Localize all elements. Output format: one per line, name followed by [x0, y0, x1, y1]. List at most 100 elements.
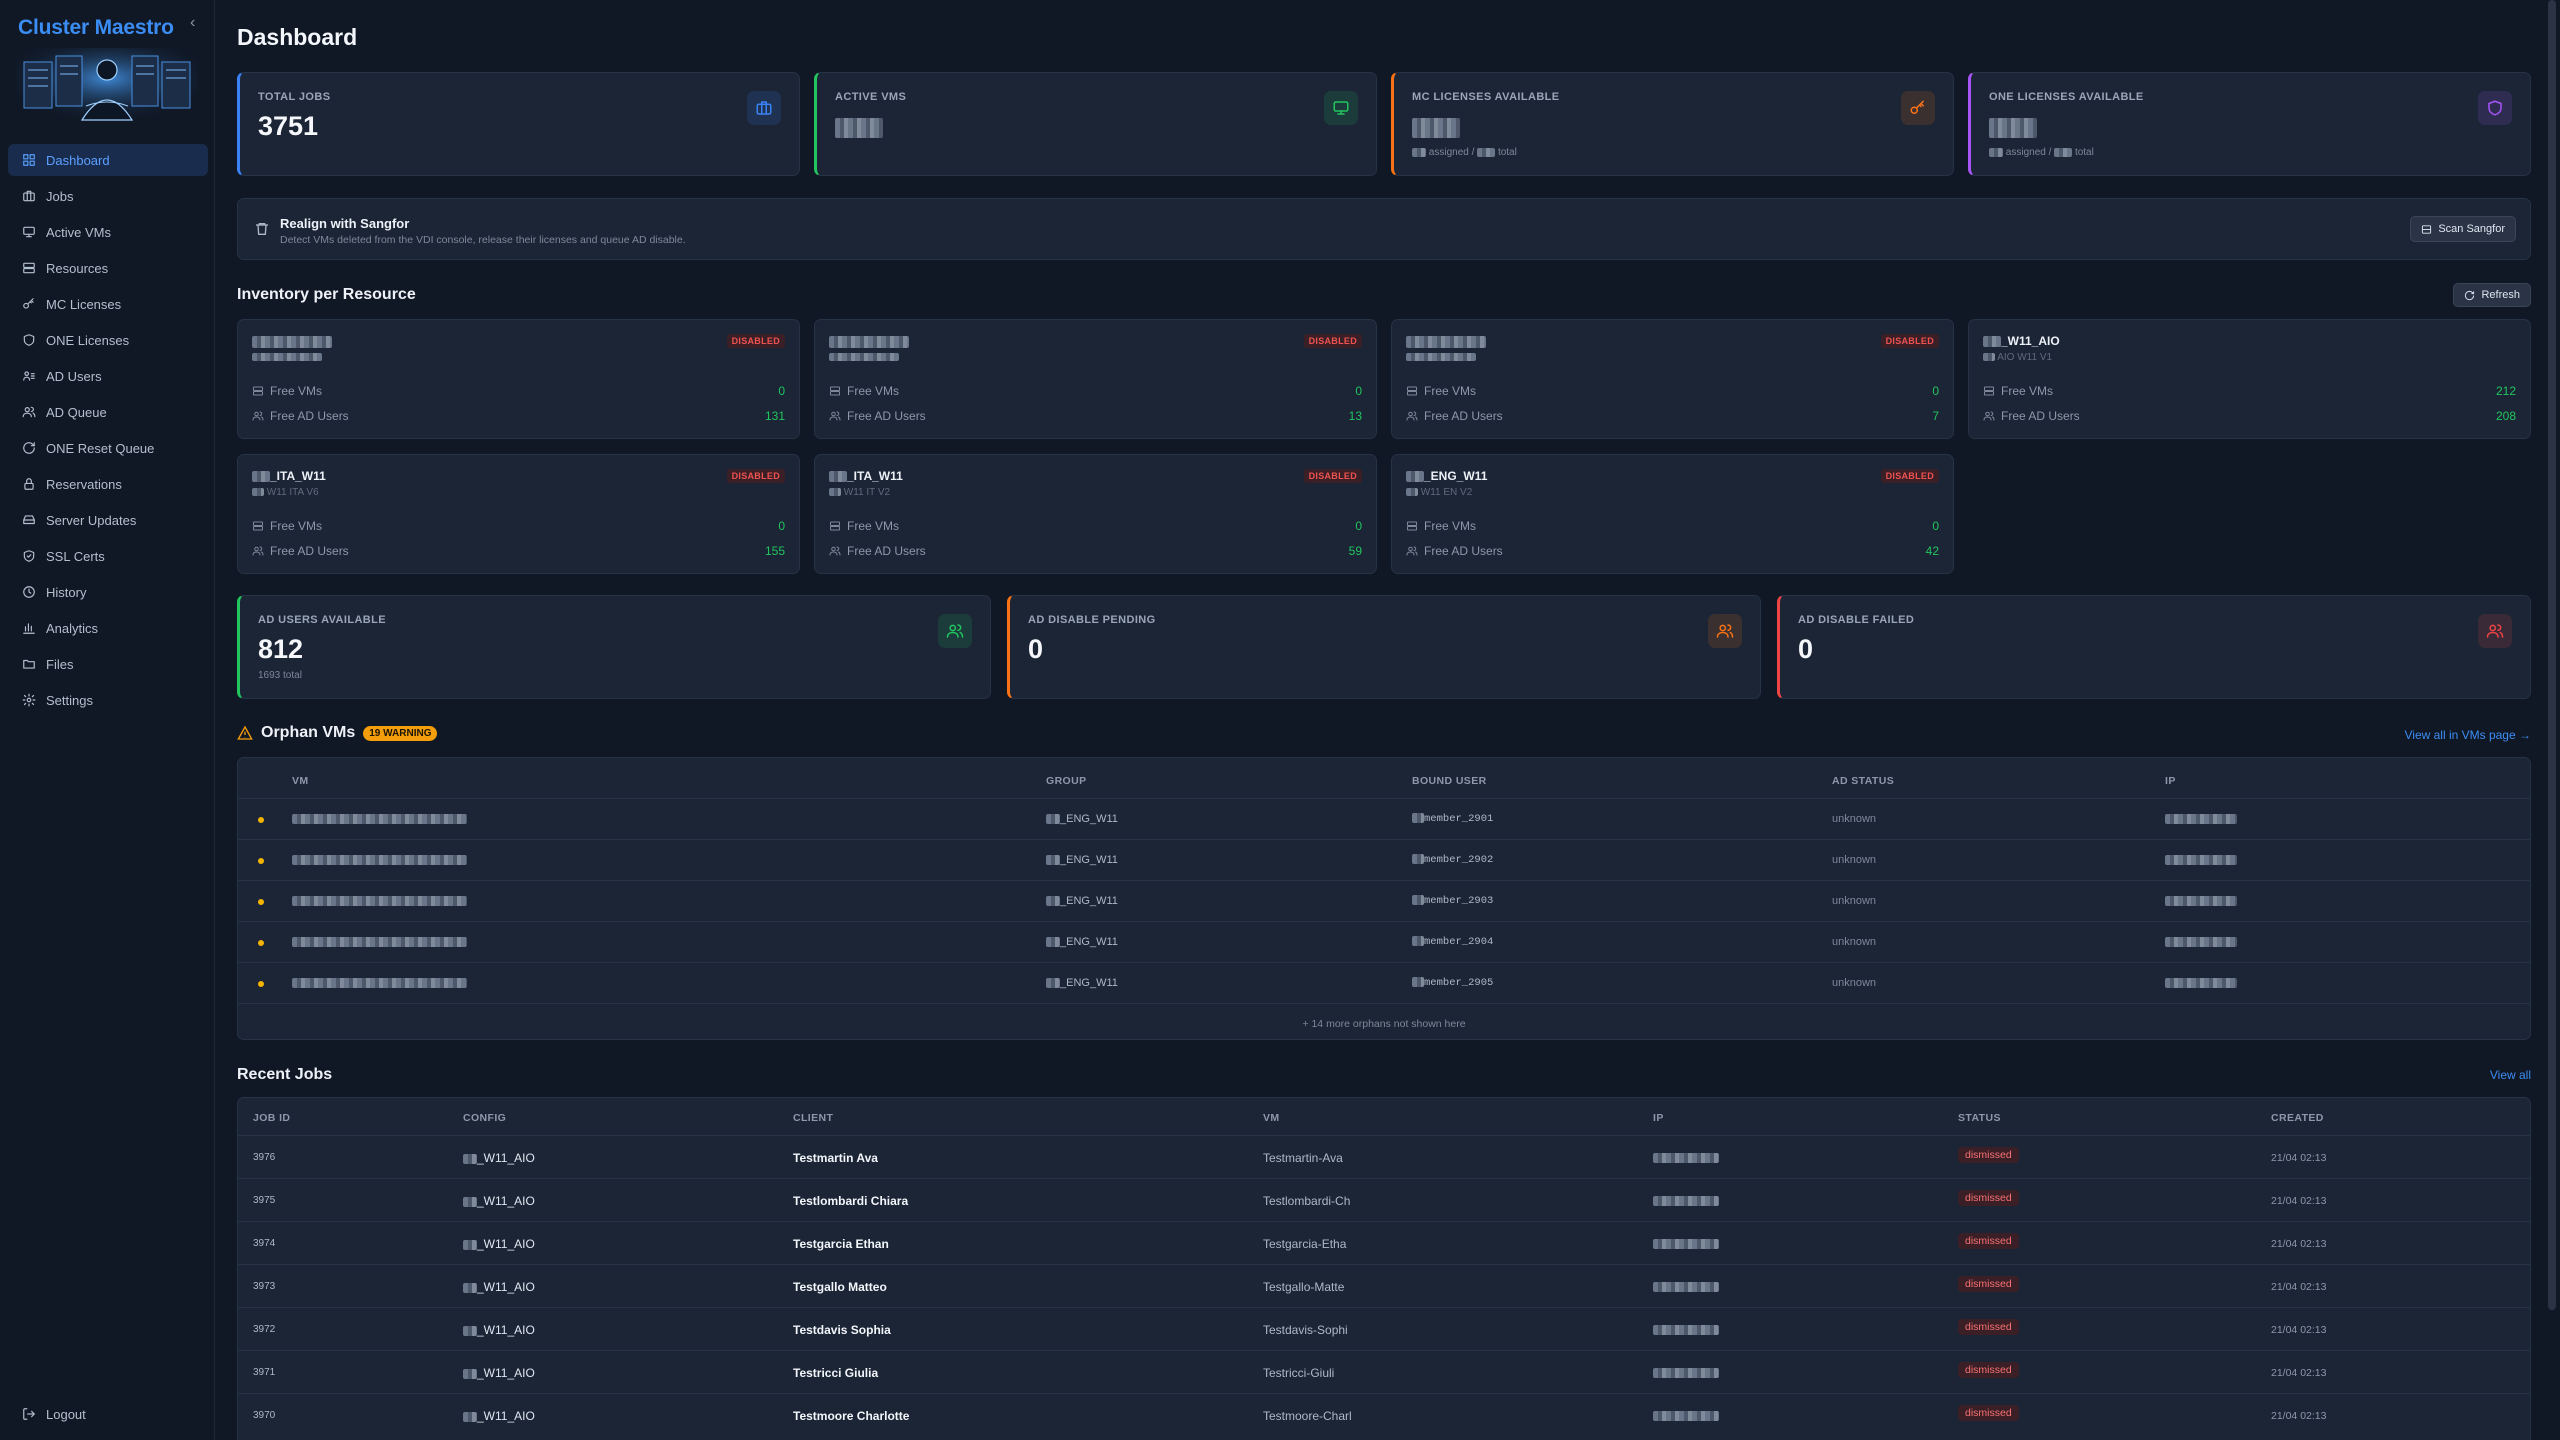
sidebar-item-settings[interactable]: Settings: [8, 684, 208, 716]
free-ad-users-row: Free AD Users 42: [1406, 542, 1939, 560]
resource-card[interactable]: _ITA_W11 W11 ITA V6 DISABLED Free VMs 0 …: [237, 454, 800, 574]
table-row[interactable]: 3971 _W11_AIO Testricci Giulia Testricci…: [238, 1350, 2530, 1393]
table-row[interactable]: _ENG_W11 member_2901 unknown: [238, 798, 2530, 839]
table-row[interactable]: _ENG_W11 member_2904 unknown: [238, 921, 2530, 962]
sidebar-item-label: Dashboard: [46, 152, 110, 168]
sidebar-item-resources[interactable]: Resources: [8, 252, 208, 284]
sidebar-item-history[interactable]: History: [8, 576, 208, 608]
sidebar-item-ssl-certs[interactable]: SSL Certs: [8, 540, 208, 572]
table-row[interactable]: _ENG_W11 member_2905 unknown: [238, 962, 2530, 1003]
server-icon: [1983, 385, 1995, 397]
logout-label: Logout: [46, 1406, 86, 1422]
config-cell: _W11_AIO: [463, 1366, 535, 1380]
warning-count-badge: 19 WARNING: [363, 725, 438, 741]
table-row[interactable]: 3973 _W11_AIO Testgallo Matteo Testgallo…: [238, 1264, 2530, 1307]
logout-button[interactable]: Logout: [8, 1398, 208, 1430]
created-cell: 21/04 02:13: [2271, 1324, 2327, 1336]
stat-card-mc-licenses-available[interactable]: MC LICENSES AVAILABLE assigned / total: [1391, 72, 1954, 176]
resource-card[interactable]: DISABLED Free VMs 0 Free AD Users 7: [1391, 319, 1954, 439]
stat-card-total-jobs[interactable]: TOTAL JOBS 3751: [237, 72, 800, 176]
free-ad-users-value: 155: [764, 544, 785, 558]
free-vms-row: Free VMs 0: [829, 517, 1362, 535]
users-icon: [829, 545, 841, 557]
sidebar-item-mc-licenses[interactable]: MC Licenses: [8, 288, 208, 320]
free-ad-users-value: 131: [764, 409, 785, 423]
table-row[interactable]: 3972 _W11_AIO Testdavis Sophia Testdavis…: [238, 1307, 2530, 1350]
scan-sangfor-button[interactable]: Scan Sangfor: [2410, 216, 2516, 242]
resource-card[interactable]: DISABLED Free VMs 0 Free AD Users 13: [814, 319, 1377, 439]
ad-status-cell: unknown: [1832, 854, 1877, 866]
shield-icon: [2478, 91, 2512, 125]
stat-value-wrap: [835, 111, 883, 142]
stat-value: 812: [258, 634, 304, 664]
sidebar-item-active-vms[interactable]: Active VMs: [8, 216, 208, 248]
redacted-value: [292, 814, 467, 825]
sidebar-item-files[interactable]: Files: [8, 648, 208, 680]
sidebar-item-ad-queue[interactable]: AD Queue: [8, 396, 208, 428]
table-row[interactable]: 3970 _W11_AIO Testmoore Charlotte Testmo…: [238, 1393, 2530, 1436]
created-cell: 21/04 02:13: [2271, 1152, 2327, 1164]
resource-subtitle: [829, 352, 899, 363]
redacted-value: [292, 937, 467, 948]
config-cell: _W11_AIO: [463, 1280, 535, 1294]
ip-cell: [2165, 977, 2237, 989]
redacted-value: [2165, 855, 2237, 866]
stat-card-ad-users-available[interactable]: AD USERS AVAILABLE 812 1693 total: [237, 595, 991, 699]
server-icon: [252, 385, 264, 397]
redacted-value: [2165, 937, 2237, 948]
sidebar-item-jobs[interactable]: Jobs: [8, 180, 208, 212]
view-all-jobs-link[interactable]: View all: [2490, 1068, 2531, 1082]
refresh-button[interactable]: Refresh: [2453, 283, 2531, 307]
bound-user-cell: member_2904: [1412, 936, 1493, 948]
briefcase-icon: [22, 189, 36, 203]
resource-card[interactable]: DISABLED Free VMs 0 Free AD Users 131: [237, 319, 800, 439]
resource-card[interactable]: _W11_AIO AIO W11 V1 Free VMs 212 Free AD…: [1968, 319, 2531, 439]
stat-value-wrap: [1989, 111, 2037, 142]
page-scrollbar[interactable]: [2548, 0, 2556, 1310]
view-all-vms-link[interactable]: View all in VMs page →: [2404, 728, 2531, 742]
group-cell: _ENG_W11: [1046, 895, 1118, 907]
sidebar-item-ad-users[interactable]: AD Users: [8, 360, 208, 392]
table-row[interactable]: _ENG_W11 member_2903 unknown: [238, 880, 2530, 921]
job-id-cell: 3971: [253, 1367, 276, 1378]
hard-drive-icon: [22, 513, 36, 527]
table-row[interactable]: 3974 _W11_AIO Testgarcia Ethan Testgarci…: [238, 1221, 2530, 1264]
folder-icon: [22, 657, 36, 671]
sidebar-item-dashboard[interactable]: Dashboard: [8, 144, 208, 176]
logout-icon: [22, 1407, 36, 1421]
sidebar-item-one-licenses[interactable]: ONE Licenses: [8, 324, 208, 356]
vm-cell: Testmoore-Charl: [1263, 1409, 1352, 1423]
redacted-value: [835, 117, 883, 138]
sidebar-item-analytics[interactable]: Analytics: [8, 612, 208, 644]
collapse-sidebar-icon[interactable]: ‹: [190, 14, 195, 32]
table-row[interactable]: 3975 _W11_AIO Testlombardi Chiara Testlo…: [238, 1178, 2530, 1221]
vm-cell: [292, 813, 467, 825]
sidebar-item-one-reset-queue[interactable]: ONE Reset Queue: [8, 432, 208, 464]
stat-card-ad-disable-pending[interactable]: AD DISABLE PENDING 0: [1007, 595, 1761, 699]
table-row[interactable]: _ENG_W11 member_2902 unknown: [238, 839, 2530, 880]
stat-card-ad-disable-failed[interactable]: AD DISABLE FAILED 0: [1777, 595, 2531, 699]
users-icon: [252, 545, 264, 557]
table-row[interactable]: 3976 _W11_AIO Testmartin Ava Testmartin-…: [238, 1135, 2530, 1178]
status-cell: dismissed: [1958, 1233, 2019, 1249]
sidebar-item-server-updates[interactable]: Server Updates: [8, 504, 208, 536]
status-badge: dismissed: [1958, 1190, 2019, 1206]
users-icon: [1406, 545, 1418, 557]
resource-card[interactable]: _ITA_W11 W11 IT V2 DISABLED Free VMs 0 F…: [814, 454, 1377, 574]
disabled-badge: DISABLED: [726, 334, 785, 348]
redacted-value: [252, 335, 332, 348]
config-cell: _W11_AIO: [463, 1237, 535, 1251]
stat-card-active-vms[interactable]: ACTIVE VMS: [814, 72, 1377, 176]
recent-jobs-table: JOB ID CONFIG CLIENT VM IP STATUS CREATED 3976…: [237, 1097, 2531, 1440]
stat-value: 0: [1028, 634, 1044, 664]
redacted-value: [1477, 147, 1496, 157]
stat-label: AD USERS AVAILABLE: [258, 614, 387, 626]
client-cell: Testricci Giulia: [793, 1366, 879, 1380]
status-badge: dismissed: [1958, 1319, 2019, 1335]
resource-card[interactable]: _ENG_W11 W11 EN V2 DISABLED Free VMs 0 F…: [1391, 454, 1954, 574]
monitor-icon: [22, 225, 36, 239]
shield-icon: [22, 333, 36, 347]
stat-card-one-licenses-available[interactable]: ONE LICENSES AVAILABLE assigned / total: [1968, 72, 2531, 176]
sidebar-item-reservations[interactable]: Reservations: [8, 468, 208, 500]
realign-description: Detect VMs deleted from the VDI console,…: [280, 234, 686, 246]
